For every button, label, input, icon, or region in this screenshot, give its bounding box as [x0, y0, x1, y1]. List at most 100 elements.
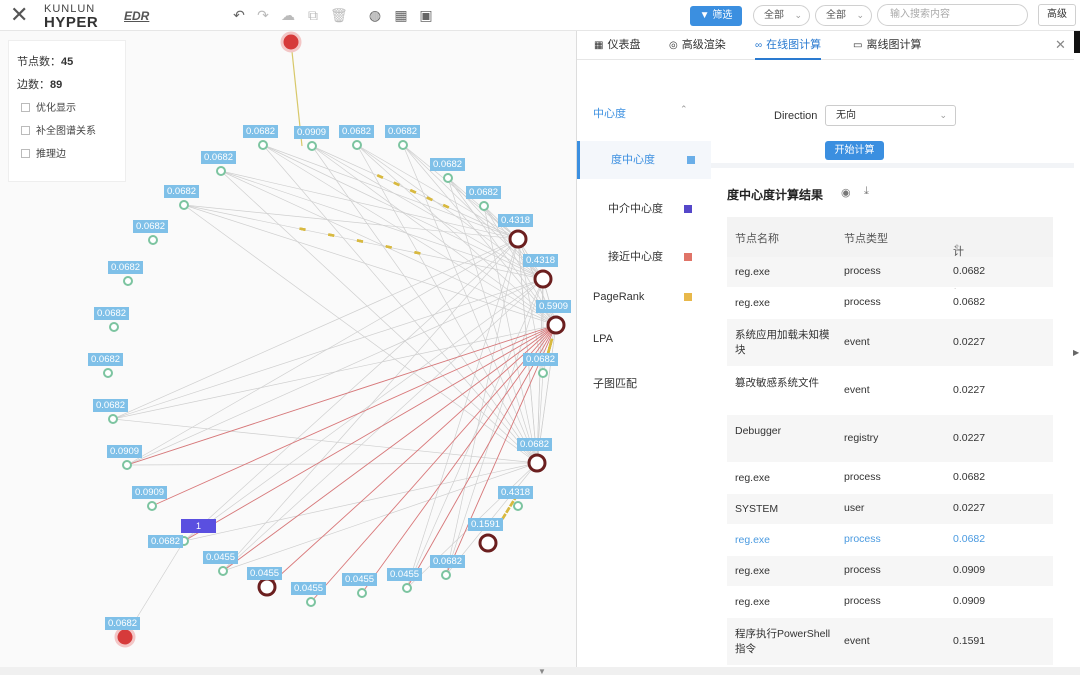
option-complete-relations[interactable]: 补全图谱关系 [21, 122, 96, 137]
table-row[interactable]: reg.exe process 0.0909 [727, 587, 1053, 618]
graph-node[interactable] [109, 322, 119, 332]
scope-select-1[interactable]: 全部 ⌄ [753, 5, 810, 26]
chevron-right-icon[interactable]: ▶ [1073, 348, 1079, 357]
result-title: 度中心度计算结果 [727, 188, 824, 202]
start-compute-button[interactable]: 开始计算 [825, 141, 884, 160]
graph-edge[interactable] [112, 238, 519, 420]
algo-betweenness-centrality[interactable]: 中介中心度 [577, 190, 711, 228]
graph-node[interactable] [148, 235, 158, 245]
graph-node[interactable] [179, 200, 189, 210]
cloud-icon[interactable]: ☁ [280, 7, 296, 23]
graph-node[interactable] [307, 141, 317, 151]
graph-node[interactable] [218, 566, 228, 576]
tab-offline-compute[interactable]: ▭ 离线图计算 [853, 31, 921, 60]
graph-node[interactable] [257, 577, 277, 597]
table-row[interactable]: Debugger registry 0.0227 [727, 415, 1053, 463]
eye-icon[interactable]: ◉ [841, 186, 851, 199]
graph-node[interactable] [527, 453, 547, 473]
node-score-label: 0.0682 [88, 353, 124, 366]
table-row[interactable]: 程序执行PowerShell指令 event 0.1591 [727, 618, 1053, 666]
graph-edge[interactable] [126, 462, 538, 466]
table-row[interactable]: reg.exe process 0.0682 [727, 525, 1053, 556]
graph-node[interactable] [306, 597, 316, 607]
graph-edge[interactable] [311, 145, 544, 280]
graph-node[interactable] [280, 31, 302, 53]
option-optimize-display[interactable]: 优化显示 [21, 99, 76, 114]
graph-node[interactable] [258, 140, 268, 150]
toolbox-icon[interactable]: ▣ [418, 7, 434, 23]
graph-node[interactable] [478, 533, 498, 553]
graph-edge[interactable] [183, 278, 544, 542]
tab-dashboard[interactable]: ▦ 仪表盘 [594, 31, 640, 60]
table-row[interactable]: reg.exe process 0.0682 [727, 288, 1053, 319]
graph-edge[interactable] [262, 144, 544, 280]
checkbox[interactable] [21, 149, 30, 158]
graph-edge[interactable] [222, 324, 557, 572]
table-row[interactable]: reg.exe process 0.0909 [727, 556, 1053, 587]
graph-node[interactable] [513, 501, 523, 511]
scope-select-2[interactable]: 全部 ⌄ [815, 5, 872, 26]
graph-node[interactable] [122, 460, 132, 470]
cell-name: 系统应用加载未知模块 [735, 329, 830, 356]
advanced-button[interactable]: 高级 [1038, 4, 1076, 26]
graph-node[interactable] [103, 368, 113, 378]
algo-label: LPA [593, 333, 613, 345]
table-row[interactable]: reg.exe process 0.0682 [727, 257, 1053, 288]
graph-node[interactable] [108, 414, 118, 424]
graph-edge[interactable] [222, 462, 538, 572]
graph-node[interactable] [216, 166, 226, 176]
chevron-down-icon[interactable]: ▼ [538, 667, 546, 675]
graph-node[interactable] [441, 570, 451, 580]
graph-node[interactable] [147, 501, 157, 511]
graph-node[interactable] [443, 173, 453, 183]
undo-icon[interactable]: ↶ [231, 7, 247, 23]
option-inferred-edges[interactable]: 推理边 [21, 145, 66, 160]
graph-node[interactable] [123, 276, 133, 286]
tab-online-compute[interactable]: ∞ 在线图计算 [755, 31, 822, 60]
checkbox[interactable] [21, 126, 30, 135]
algo-degree-centrality[interactable]: 度中心度 [577, 141, 711, 179]
table-row[interactable]: 系统应用加载未知模块 event 0.0227 [727, 319, 1053, 367]
chevron-up-icon[interactable]: ⌃ [680, 104, 688, 115]
export-icon[interactable]: ⧉ [305, 7, 321, 23]
checkbox[interactable] [21, 103, 30, 112]
tab-advanced-render[interactable]: ◎ 高级渲染 [669, 31, 726, 60]
graph-edge[interactable] [126, 238, 519, 466]
node-score-label: 0.4318 [498, 214, 534, 227]
table-row[interactable]: 篡改敏感系统文件 event 0.0227 [727, 367, 1053, 415]
graph-node[interactable] [538, 368, 548, 378]
graph-node[interactable] [546, 315, 566, 335]
algo-group-centrality[interactable]: 中心度 [593, 105, 626, 121]
grid-icon[interactable]: ▦ [393, 7, 409, 23]
search-input[interactable]: 输入搜索内容 [877, 4, 1028, 26]
graph-canvas[interactable]: 节点数：45 边数：89 优化显示 补全图谱关系 推理边 0.0909 0.068… [0, 31, 576, 667]
filter-button[interactable]: ▼ 筛选 [690, 6, 742, 26]
graph-node[interactable] [508, 229, 528, 249]
download-icon[interactable]: ⤓ [864, 185, 869, 198]
table-row[interactable]: SYSTEM user 0.0227 [727, 494, 1053, 525]
dashboard-icon: ▦ [594, 40, 604, 51]
graph-node[interactable] [357, 588, 367, 598]
graph-edge[interactable] [406, 278, 544, 589]
sort-icon[interactable]: ⇕ [953, 243, 961, 254]
algo-lpa[interactable]: LPA [593, 333, 613, 345]
graph-edge[interactable] [183, 204, 544, 280]
graph-node[interactable] [114, 626, 136, 648]
algo-pagerank[interactable]: PageRank [593, 291, 692, 303]
table-row[interactable]: reg.exe process 0.0682 [727, 463, 1053, 494]
cell-name: Debugger [735, 425, 782, 437]
redo-icon[interactable]: ↷ [255, 7, 271, 23]
graph-node[interactable] [402, 583, 412, 593]
graph-node[interactable] [398, 140, 408, 150]
algo-closeness-centrality[interactable]: 接近中心度 [577, 238, 711, 276]
graph-node[interactable] [533, 269, 553, 289]
direction-select[interactable]: 无向 ⌄ [825, 105, 956, 126]
graph-node[interactable] [479, 201, 489, 211]
algo-subgraph-match[interactable]: 子图匹配 [593, 375, 637, 391]
graph-node[interactable] [352, 140, 362, 150]
graph-edge[interactable] [266, 324, 557, 588]
close-icon[interactable]: ✕ [1055, 37, 1066, 53]
graph-edge[interactable] [402, 144, 557, 326]
globe-icon[interactable]: ◍ [367, 7, 383, 23]
delete-icon[interactable]: 🗑 [330, 7, 348, 23]
